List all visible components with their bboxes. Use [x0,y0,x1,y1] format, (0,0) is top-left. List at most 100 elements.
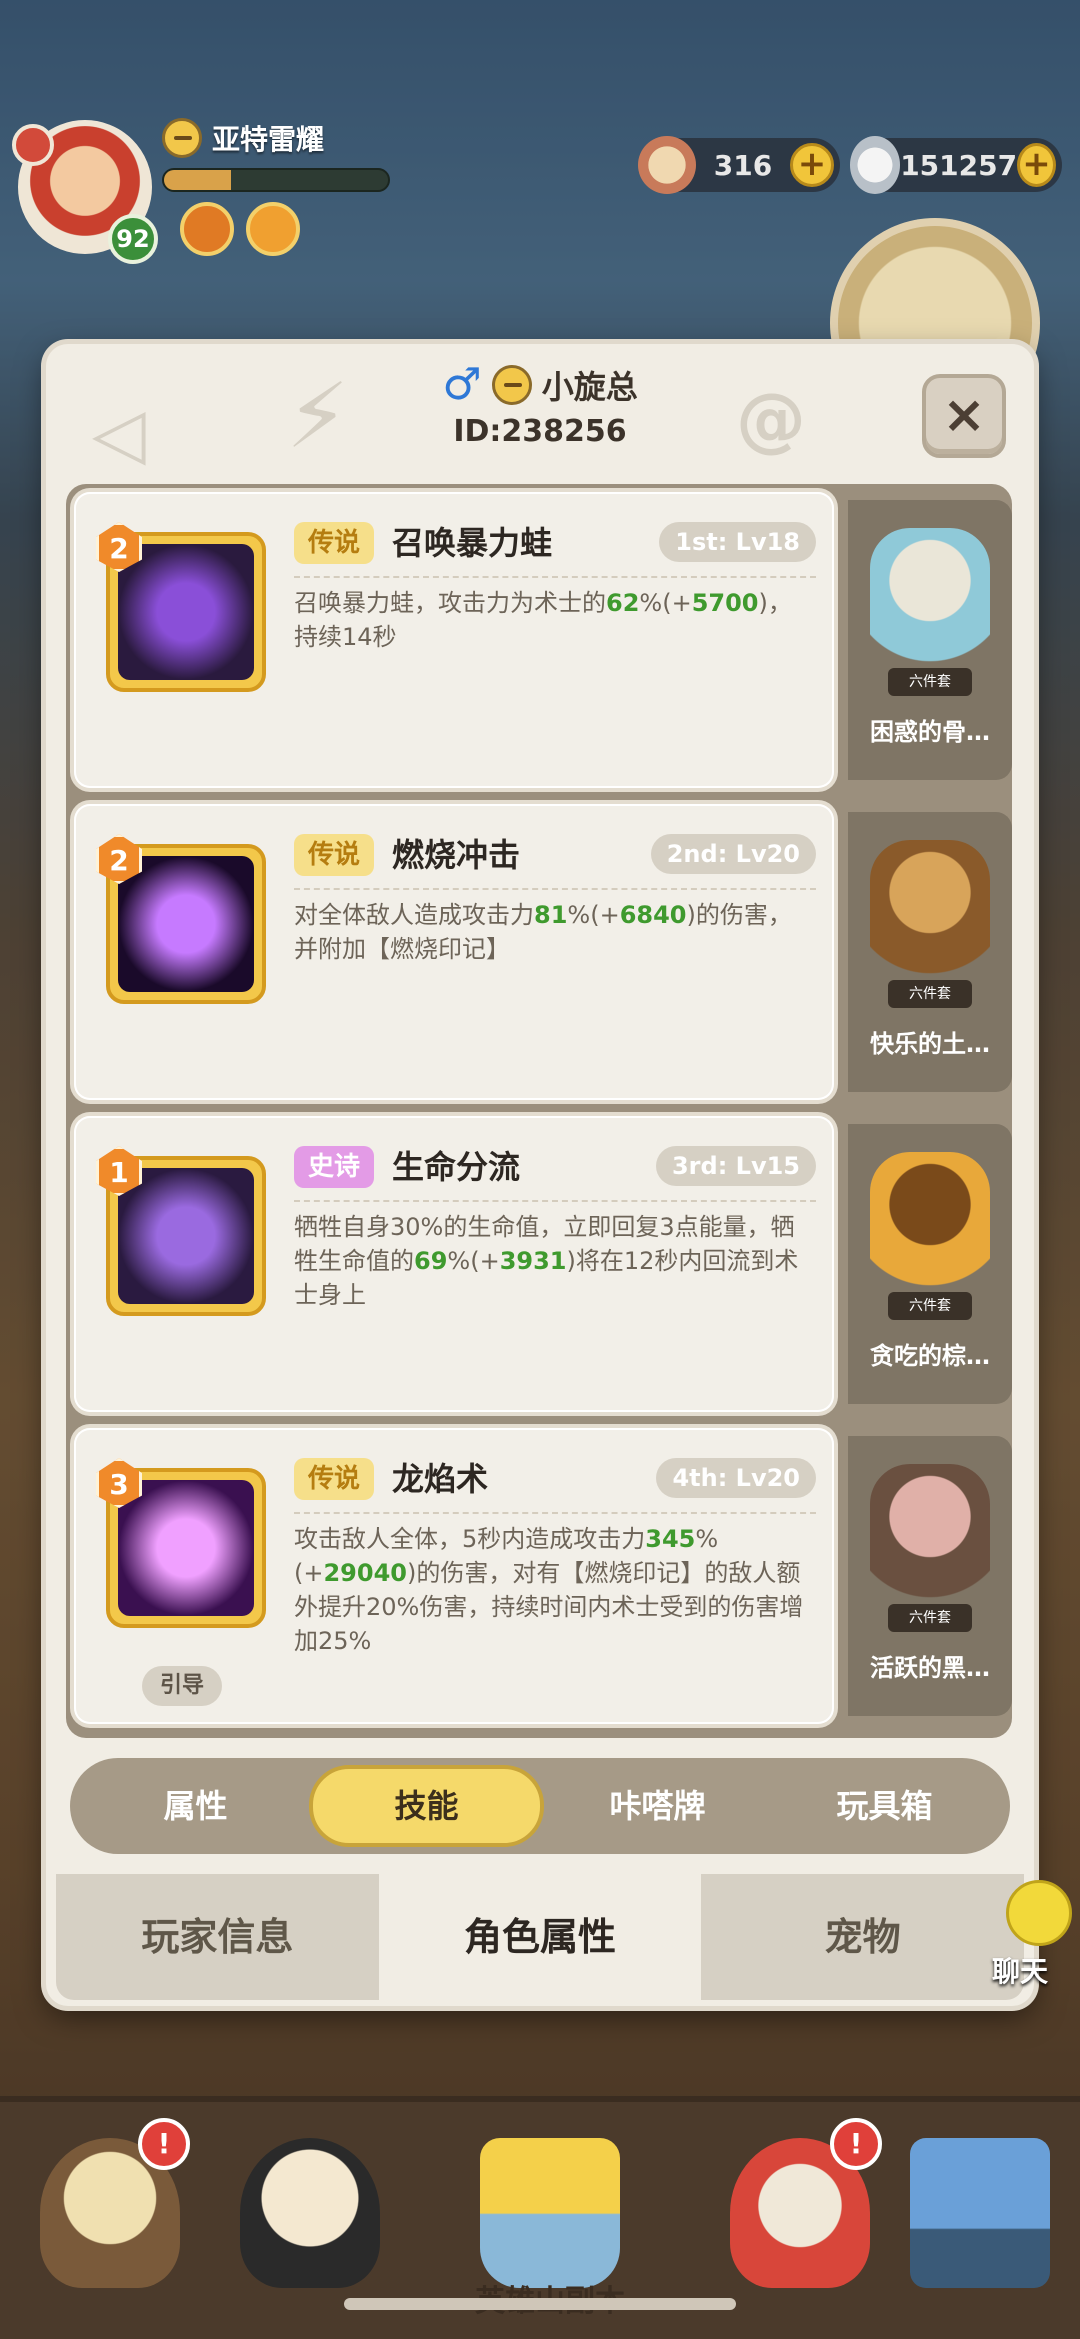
avatar-badge-icon [12,124,54,166]
tab-attributes[interactable]: 属性 [82,1765,309,1847]
tab-player-info[interactable]: 玩家信息 [56,1874,379,2000]
tab-character-attributes[interactable]: 角色属性 [378,1874,702,2000]
desc-text: 对全体敌人造成攻击力 [294,901,534,929]
divider [294,1200,816,1202]
player-emoji-icon [491,365,532,405]
toy-name: 贪吃的棕… [870,1342,990,1370]
desc-flat-value: 6840 [619,901,687,929]
modal-player-id: ID:238256 [453,414,627,449]
close-button[interactable]: × [922,374,1006,458]
home-indicator [344,2298,736,2310]
desc-text: 召唤暴力蛙，攻击力为术士的 [294,589,606,617]
skill-name: 召唤暴力蛙 [392,524,553,562]
player-level-badge: 92 [108,214,158,264]
player-name-row: 亚特雷耀 [162,118,324,158]
skill-row[interactable]: 2 传说 燃烧冲击 2nd: Lv20 对全体敌人造成攻击力81%(+6840)的伤害，… [66,804,1012,1100]
desc-text: %(+ [639,589,692,617]
skill-name: 龙焰术 [392,1460,489,1498]
desc-percent-value: 345 [645,1525,696,1553]
divider [294,576,816,578]
toy-name: 困惑的骨… [870,718,990,746]
divider [294,1512,816,1514]
desc-text: 攻击敌人全体，5秒内造成攻击力 [294,1525,646,1553]
chat-button[interactable]: 聊天 [968,1880,1072,1990]
skill-level-badge: 3rd: Lv15 [655,1146,816,1186]
coin-currency-icon [850,136,901,194]
nav-item-5[interactable] [890,2128,1070,2318]
nav-item-hero-mountain[interactable]: 英雄山副本 [450,2128,650,2319]
skill-icon [118,1168,254,1304]
toy-figure-icon [870,1152,990,1302]
add-shell-button[interactable]: + [790,143,834,187]
skill-card[interactable]: 2 传说 燃烧冲击 2nd: Lv20 对全体敌人造成攻击力81%(+6840)的伤害，… [74,804,834,1100]
toy-name: 活跃的黑… [870,1654,990,1682]
skill-description: 牺牲自身30%的生命值，立即回复3点能量，牺牲生命值的69%(+3931)将在1… [294,1210,814,1312]
chat-label: 聊天 [992,1955,1049,1988]
tab-cards[interactable]: 咔嗒牌 [544,1765,771,1847]
modal-header: ♂ 小旋总 ID:238256 [46,359,1034,450]
skills-panel: 2 传说 召唤暴力蛙 1st: Lv18 召唤暴力蛙，攻击力为术士的62%(+5700)… [66,484,1012,1738]
toy-set-badge: 六件套 [888,980,972,1008]
skill-row[interactable]: 1 史诗 生命分流 3rd: Lv15 牺牲自身30%的生命值，立即回复3点能量，牺牲生… [66,1116,1012,1412]
tab-toybox[interactable]: 玩具箱 [771,1765,998,1847]
desc-text: %(+ [567,901,620,929]
skill-row[interactable]: 3 传说 龙焰术 4th: Lv20 攻击敌人全体，5秒内造成攻击力345%(+2904… [66,1428,1012,1724]
exp-bar [162,168,390,192]
toy-card[interactable]: 六件套 活跃的黑… [848,1436,1012,1716]
skill-rarity-badge: 传说 [294,1458,375,1500]
currency-coin: 151257 + [850,136,1062,194]
toy-card[interactable]: 六件套贪吃的棕… [848,1124,1012,1404]
skill-description: 对全体敌人造成攻击力81%(+6840)的伤害，并附加【燃烧印记】 [294,898,814,966]
desc-flat-value: 29040 [323,1559,407,1587]
skill-rarity-badge: 传说 [294,522,375,564]
skill-level-badge: 1st: Lv18 [659,522,816,562]
nav-item-2[interactable] [220,2128,400,2318]
skill-tag: 引导 [142,1666,223,1706]
skill-row[interactable]: 2 传说 召唤暴力蛙 1st: Lv18 召唤暴力蛙，攻击力为术士的62%(+5700)… [66,492,1012,788]
currency-shell: 316 + [638,136,840,194]
desc-flat-value: 3931 [499,1247,567,1275]
skill-description: 召唤暴力蛙，攻击力为术士的62%(+5700)，持续14秒 [294,586,814,654]
tab-skills[interactable]: 技能 [309,1765,544,1847]
sub-tab-bar: 属性 技能 咔嗒牌 玩具箱 [70,1758,1010,1854]
skill-level-badge: 4th: Lv20 [656,1458,816,1498]
currency-coin-value: 151257 [900,148,1018,182]
divider [294,888,816,890]
skill-rarity-badge: 传说 [294,834,375,876]
male-gender-icon: ♂ [442,359,482,410]
exp-bar-fill [164,170,232,190]
shell-currency-icon [638,136,696,194]
hero-face-icon [240,2138,380,2288]
chat-icon [1006,1880,1072,1946]
buff-icon-2[interactable] [246,202,300,256]
add-coin-button[interactable]: + [1017,143,1056,187]
skill-rarity-badge: 史诗 [294,1146,375,1188]
mountain-icon [480,2138,620,2288]
nav-item-4[interactable]: ! [710,2118,890,2318]
skill-card[interactable]: 3 传说 龙焰术 4th: Lv20 攻击敌人全体，5秒内造成攻击力345%(+2904… [74,1428,834,1724]
nav-item-1[interactable]: ! [20,2118,200,2318]
alert-icon: ! [830,2118,882,2170]
skill-card[interactable]: 1 史诗 生命分流 3rd: Lv15 牺牲自身30%的生命值，立即回复3点能量，牺牲生… [74,1116,834,1412]
skill-level-badge: 2nd: Lv20 [650,834,816,874]
toy-figure-icon [870,1464,990,1614]
desc-percent-value: 81 [534,901,568,929]
player-name: 亚特雷耀 [212,123,325,156]
alert-icon: ! [138,2118,190,2170]
skill-card[interactable]: 2 传说 召唤暴力蛙 1st: Lv18 召唤暴力蛙，攻击力为术士的62%(+5700)… [74,492,834,788]
skill-description: 攻击敌人全体，5秒内造成攻击力345%(+29040)的伤害，对有【燃烧印记】的… [294,1522,814,1658]
desc-percent-value: 69 [414,1247,448,1275]
skill-name: 生命分流 [392,1148,521,1186]
modal-player-name: 小旋总 [541,368,638,406]
skill-icon [118,544,254,680]
buff-icon-1[interactable] [180,202,234,256]
toy-set-badge: 六件套 [888,668,972,696]
toy-card[interactable]: 六件套快乐的土… [848,812,1012,1092]
skill-name: 燃烧冲击 [392,836,521,874]
desc-percent-value: 62 [606,589,640,617]
main-tab-bar: 玩家信息 角色属性 宠物 [56,1874,1025,2000]
toy-card[interactable]: 六件套困惑的骨… [848,500,1012,780]
toy-name: 快乐的土… [870,1030,990,1058]
player-emoji-icon [162,118,202,158]
toy-set-badge: 六件套 [888,1292,972,1320]
